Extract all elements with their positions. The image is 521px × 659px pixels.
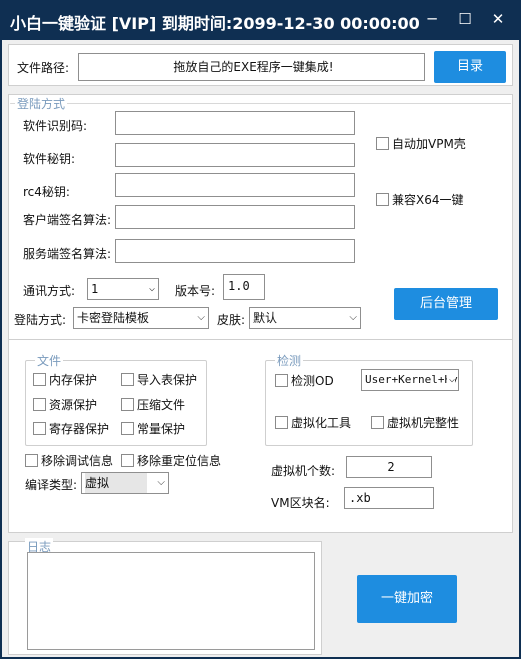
client-sign-input[interactable] — [115, 205, 355, 229]
vpm-shell-checkbox-label: 自动加VPM壳 — [392, 137, 466, 151]
rc4-key-input[interactable] — [115, 173, 355, 197]
version-input[interactable]: 1.0 — [223, 274, 265, 300]
memory-protect-box[interactable] — [33, 373, 46, 386]
comm-mode-value: 1 — [91, 282, 99, 296]
browse-directory-button[interactable]: 目录 — [434, 51, 506, 83]
skin-select[interactable]: 默认 ⌵ — [249, 307, 361, 329]
detect-od-box[interactable] — [275, 374, 288, 387]
compress-file-checkbox[interactable]: 压缩文件 — [121, 396, 185, 413]
x64-compat-checkbox-box[interactable] — [376, 193, 389, 206]
vm-tool-box[interactable] — [275, 416, 288, 429]
title-bar: 小白一键验证 [VIP] 到期时间:2099-12-30 00:00:00 ─ … — [0, 0, 521, 40]
detect-mode-value: User+Kernel+Hy — [365, 373, 458, 386]
detect-group-legend: 检测 — [275, 352, 304, 369]
remove-reloc-box[interactable] — [121, 454, 134, 467]
vpm-shell-checkbox[interactable]: 自动加VPM壳 — [376, 135, 466, 152]
file-path-panel: 文件路径: 拖放自己的EXE程序一键集成! 目录 — [8, 44, 513, 86]
chevron-down-icon: ⌵ — [148, 283, 155, 294]
file-path-label: 文件路径: — [17, 61, 70, 75]
comm-mode-label: 通讯方式: — [23, 284, 76, 298]
detect-od-label: 检测OD — [291, 374, 334, 388]
resource-protect-label: 资源保护 — [49, 398, 98, 412]
vm-count-label: 虚拟机个数: — [271, 464, 336, 478]
import-protect-box[interactable] — [121, 373, 134, 386]
remove-reloc-checkbox[interactable]: 移除重定位信息 — [121, 452, 221, 469]
register-protect-box[interactable] — [33, 422, 46, 435]
register-protect-label: 寄存器保护 — [49, 422, 110, 436]
log-textarea[interactable] — [27, 552, 315, 650]
server-sign-label: 服务端签名算法: — [23, 247, 112, 261]
login-group-legend: 登陆方式 — [15, 95, 68, 112]
login-mode-select[interactable]: 卡密登陆模板 ⌵ — [73, 307, 209, 329]
server-sign-input[interactable] — [115, 239, 355, 263]
login-settings-panel: 登陆方式 软件识别码: 软件秘钥: rc4秘钥: 客户端签名算法: 服务端签名算… — [8, 94, 513, 371]
chevron-down-icon: ⌵ — [446, 370, 455, 390]
memory-protect-checkbox[interactable]: 内存保护 — [33, 371, 97, 388]
memory-protect-label: 内存保护 — [49, 373, 98, 387]
resource-protect-box[interactable] — [33, 398, 46, 411]
software-key-input[interactable] — [115, 143, 355, 167]
chevron-down-icon: ⌵ — [157, 477, 165, 488]
remove-debug-checkbox[interactable]: 移除调试信息 — [25, 452, 113, 469]
x64-compat-checkbox[interactable]: 兼容X64一键 — [376, 191, 464, 208]
file-path-field[interactable]: 拖放自己的EXE程序一键集成! — [78, 53, 425, 81]
compile-type-select[interactable]: 虚拟 ⌵ — [81, 472, 169, 494]
close-icon[interactable]: ✕ — [486, 8, 510, 30]
chevron-down-icon: ⌵ — [197, 312, 205, 323]
const-protect-label: 常量保护 — [137, 422, 186, 436]
software-id-label: 软件识别码: — [23, 119, 88, 133]
remove-debug-box[interactable] — [25, 454, 38, 467]
vpm-shell-checkbox-box[interactable] — [376, 137, 389, 150]
window-client-area: 文件路径: 拖放自己的EXE程序一键集成! 目录 登陆方式 软件识别码: 软件秘… — [2, 40, 519, 657]
window-title: 小白一键验证 [VIP] 到期时间:2099-12-30 00:00:00 — [10, 14, 420, 33]
const-protect-box[interactable] — [121, 422, 134, 435]
vm-integrity-box[interactable] — [371, 416, 384, 429]
register-protect-checkbox[interactable]: 寄存器保护 — [33, 420, 109, 437]
skin-value: 默认 — [253, 311, 278, 325]
one-click-encrypt-button[interactable]: 一键加密 — [357, 575, 457, 623]
const-protect-checkbox[interactable]: 常量保护 — [121, 420, 185, 437]
chevron-down-icon: ⌵ — [349, 312, 357, 323]
minimize-icon[interactable]: ─ — [420, 8, 444, 30]
vm-integrity-checkbox[interactable]: 虚拟机完整性 — [371, 414, 459, 431]
compile-type-value: 虚拟 — [85, 473, 147, 493]
vm-tool-checkbox[interactable]: 虚拟化工具 — [275, 414, 351, 431]
compress-file-label: 压缩文件 — [137, 398, 186, 412]
login-group-line — [10, 103, 511, 104]
maximize-icon[interactable]: ☐ — [453, 8, 477, 30]
comm-mode-select[interactable]: 1 ⌵ — [87, 278, 159, 300]
detect-mode-select[interactable]: User+Kernel+Hy ⌵ — [361, 369, 459, 391]
admin-panel-button[interactable]: 后台管理 — [394, 288, 498, 320]
login-mode-value: 卡密登陆模板 — [77, 311, 150, 325]
vm-tool-label: 虚拟化工具 — [291, 416, 352, 430]
resource-protect-checkbox[interactable]: 资源保护 — [33, 396, 97, 413]
rc4-key-label: rc4秘钥: — [23, 185, 70, 199]
remove-reloc-label: 移除重定位信息 — [137, 454, 222, 468]
login-mode-label: 登陆方式: — [14, 313, 67, 327]
version-label: 版本号: — [175, 284, 216, 298]
compress-file-box[interactable] — [121, 398, 134, 411]
remove-debug-label: 移除调试信息 — [41, 454, 114, 468]
x64-compat-checkbox-label: 兼容X64一键 — [392, 193, 464, 207]
import-protect-checkbox[interactable]: 导入表保护 — [121, 371, 197, 388]
file-group-legend: 文件 — [35, 352, 64, 369]
vm-count-input[interactable]: 2 — [346, 456, 432, 478]
vm-section-input[interactable]: .xb — [344, 487, 434, 509]
compile-type-label: 编译类型: — [25, 478, 78, 492]
vm-integrity-label: 虚拟机完整性 — [387, 416, 460, 430]
import-protect-label: 导入表保护 — [137, 373, 198, 387]
software-key-label: 软件秘钥: — [23, 152, 76, 166]
client-sign-label: 客户端签名算法: — [23, 213, 112, 227]
vm-section-label: VM区块名: — [271, 496, 330, 510]
detect-od-checkbox[interactable]: 检测OD — [275, 372, 334, 389]
skin-label: 皮肤: — [217, 313, 246, 327]
protection-panel: 文件 内存保护 导入表保护 资源保护 压缩文件 寄存器保护 常量保护 移除调试信… — [8, 339, 513, 533]
software-id-input[interactable] — [115, 111, 355, 135]
log-panel: 日志 — [8, 538, 322, 655]
